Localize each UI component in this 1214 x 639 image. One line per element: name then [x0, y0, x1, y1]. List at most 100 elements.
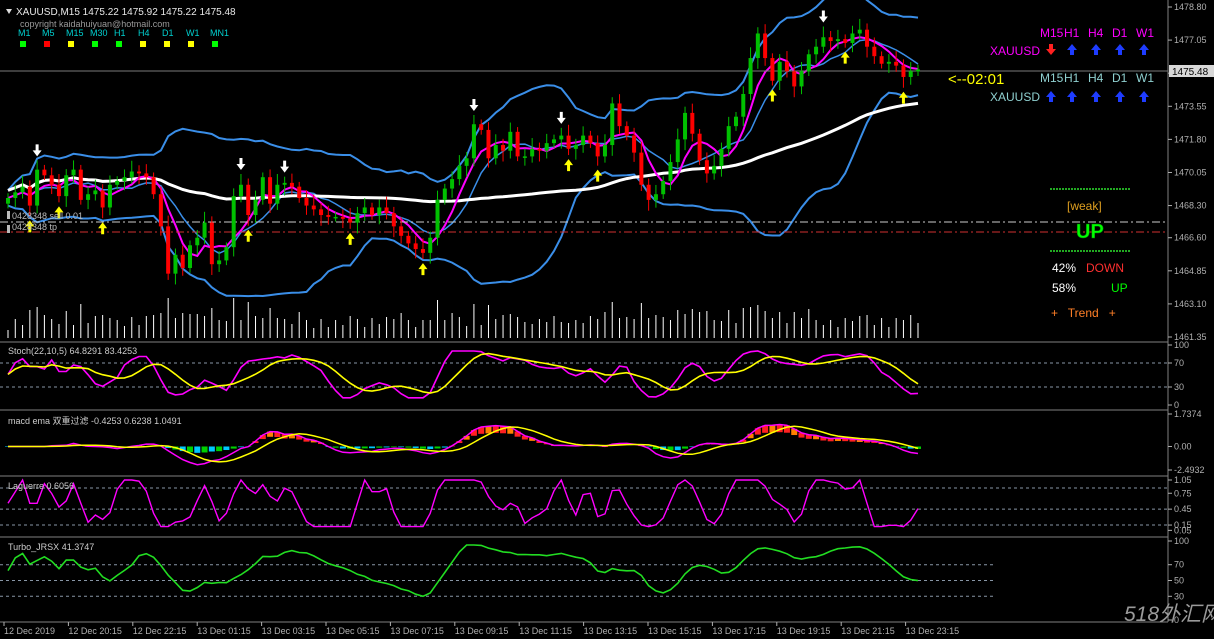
candle-body [588, 135, 593, 144]
macd-histogram-bar [441, 446, 448, 448]
panel-row1-tf: M15 [1040, 26, 1064, 40]
tf-status-square [188, 41, 194, 47]
macd-histogram-bar [216, 446, 223, 452]
time-tick-label: 13 Dec 21:15 [841, 626, 895, 636]
candle-body [755, 33, 760, 59]
candle-body [166, 226, 171, 274]
panel-row1-tf: W1 [1136, 26, 1154, 40]
candle-body [894, 61, 899, 66]
candle-body [42, 169, 47, 176]
candle-body [522, 156, 527, 158]
current-price-label: 1475.48 [1172, 67, 1209, 78]
indicator-tick-label: 70 [1174, 560, 1184, 570]
candle-body [209, 222, 214, 265]
tf-status-square [68, 41, 74, 47]
tf-status-square [140, 41, 146, 47]
time-tick-label: 12 Dec 20:15 [68, 626, 122, 636]
candle-body [646, 184, 651, 200]
macd-histogram-bar [682, 446, 689, 449]
candle-body [624, 126, 629, 136]
candle-body [450, 179, 455, 189]
candle-body [471, 124, 476, 159]
candle-body [49, 175, 54, 185]
indicator-tick-label: 1.7374 [1174, 409, 1202, 419]
panel-row2-symbol: XAUUSD [990, 90, 1040, 104]
candle-body [508, 131, 513, 151]
price-tick-label: 1470.05 [1174, 167, 1207, 177]
indicator-tick-label: 0.05 [1174, 525, 1192, 535]
direction-label: UP [1076, 221, 1104, 243]
macd-histogram-bar [237, 446, 244, 448]
time-tick-label: 13 Dec 13:15 [584, 626, 638, 636]
candle-body [289, 182, 294, 187]
candle-body [195, 237, 200, 246]
candle-body [690, 112, 695, 134]
candle-body [355, 213, 360, 223]
tf-status-square [92, 41, 98, 47]
time-tick-label: 13 Dec 17:15 [712, 626, 766, 636]
macd-histogram-bar [900, 446, 907, 448]
candle-body [268, 177, 273, 204]
time-tick-label: 13 Dec 09:15 [455, 626, 509, 636]
down-label: DOWN [1086, 261, 1124, 275]
symbol-title: XAUUSD,M15 1475.22 1475.92 1475.22 1475.… [16, 7, 236, 18]
candle-body [217, 260, 222, 265]
price-tick-label: 1471.80 [1174, 134, 1207, 144]
panel-row1-tf: H4 [1088, 26, 1104, 40]
macd-histogram-bar [187, 446, 193, 453]
candle-body [675, 139, 680, 163]
candle-body [442, 188, 447, 200]
candle-body [78, 169, 83, 200]
candle-body [602, 145, 607, 157]
stoch-label: Stoch(22,10,5) 64.8291 83.4253 [8, 346, 137, 356]
candle-body [544, 143, 549, 151]
candle-body [246, 184, 251, 216]
candle-body [238, 184, 243, 197]
price-tick-label: 1466.60 [1174, 233, 1207, 243]
candle-body [581, 135, 586, 146]
macd-histogram-bar [361, 446, 368, 449]
macd-histogram-bar [434, 446, 441, 449]
candle-body [275, 184, 280, 204]
candle-body [35, 169, 40, 206]
candle-body [435, 199, 440, 238]
indicator-tick-label: -2.4932 [1174, 465, 1205, 475]
tf-label-h4: H4 [138, 28, 150, 38]
candle-body [843, 39, 848, 43]
candle-body [479, 124, 484, 130]
macd-histogram-bar [230, 446, 237, 449]
panel-row2-tf: H4 [1088, 71, 1104, 85]
candle-body [304, 198, 309, 206]
macd-histogram-bar [674, 446, 681, 451]
candle-body [457, 165, 462, 180]
time-tick-label: 12 Dec 22:15 [133, 626, 187, 636]
macd-histogram-bar [405, 446, 412, 448]
macd-histogram-bar [376, 446, 383, 448]
candle-body [901, 65, 906, 77]
candle-body [530, 148, 535, 157]
tf-label-m5: M5 [42, 28, 55, 38]
time-tick-label: 13 Dec 19:15 [777, 626, 831, 636]
candle-body [857, 29, 862, 34]
candle-body [501, 145, 506, 151]
sell-order-label: 0428348 sell 0.01 [12, 211, 83, 221]
candle-body [391, 213, 396, 227]
candle-body [683, 112, 688, 140]
trend-label: + Trend + [1051, 306, 1116, 320]
candle-body [311, 205, 316, 210]
candle-body [486, 129, 491, 159]
candle-body [908, 71, 913, 77]
indicator-tick-label: 0.45 [1174, 504, 1192, 514]
sell-order-marker [7, 211, 10, 219]
macd-label: macd ema 双重过滤 -0.4253 0.6238 1.0491 [8, 415, 182, 426]
macd-histogram-bar [332, 446, 339, 448]
candle-body [741, 93, 746, 117]
candle-body [253, 199, 258, 216]
candle-body [770, 58, 775, 81]
candle-body [697, 133, 702, 161]
tf-label-mn1: MN1 [210, 28, 229, 38]
tf-status-square [20, 41, 26, 47]
candle-body [566, 135, 571, 149]
candle-body [158, 194, 163, 227]
tf-status-square [44, 41, 50, 47]
